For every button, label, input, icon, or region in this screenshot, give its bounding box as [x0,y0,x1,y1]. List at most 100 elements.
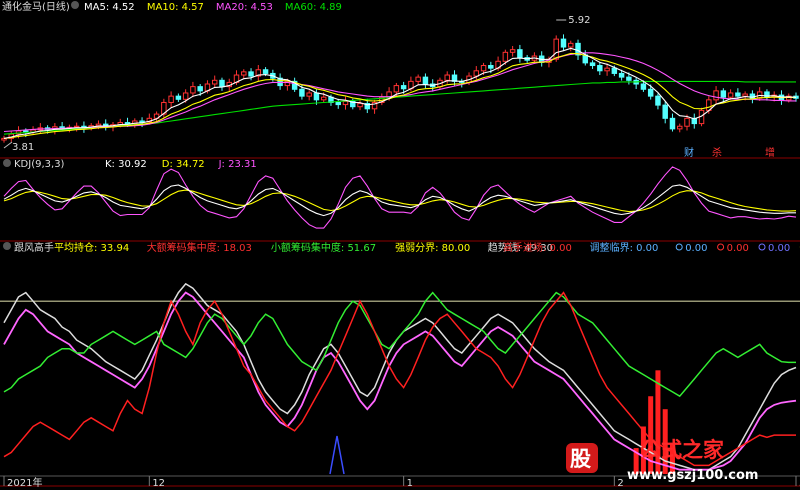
candle-body [480,65,487,72]
candle-body [509,49,516,53]
candle-body [604,67,610,72]
candle-body [197,86,203,92]
candle-body [589,62,596,67]
x-tick-label: 2 [617,478,623,489]
candle-body [742,93,748,97]
legend-item: MA10: 4.57 [147,2,204,13]
candle-body [611,67,618,74]
watermark-url: www.gszj100.com [627,468,758,483]
annotation-marker: 增 [765,146,775,159]
legend-item: 0.00 [768,243,790,254]
window-title: 通化金马(日线) [2,0,70,13]
candle-body [190,86,196,94]
legend-icon [675,243,683,251]
candle-body [713,90,719,101]
candle-body [655,95,661,106]
legend-item: 0.00 [685,243,707,254]
candle-body [211,79,218,85]
candle-body [727,92,734,98]
candle-body [626,76,632,81]
candle-body [262,69,269,74]
legend-item: 高手进场: 0.00 [503,241,572,254]
candle-body [669,117,676,130]
candle-body [488,65,494,69]
legend-item: 0.00 [727,243,749,254]
candle-body [502,51,509,62]
candle-body [23,130,29,133]
panel-title: 跟风高手 [14,241,54,254]
legend-item: MA60: 4.89 [285,2,342,13]
legend-item: 平均持仓: 33.94 [54,241,129,254]
candle-body [422,76,429,85]
low-label: 3.81 [12,142,34,153]
candle-body [175,95,182,100]
candle-body [553,38,559,60]
candle-body [219,79,225,88]
ma10-line [3,52,797,139]
ma5-line [3,47,797,139]
candle-body [241,71,247,76]
legend-item: 强弱分界: 80.00 [395,242,470,254]
candle-body [640,83,647,90]
kdj-j-line [3,166,797,229]
high-label: 5.92 [568,15,590,26]
candle-body [647,88,654,97]
legend-item: K: 30.92 [105,159,147,170]
annotation-marker: 杀 [712,146,722,159]
candle-body [393,85,400,93]
watermark-logo-glyph: 股 [570,447,591,471]
candle-body [415,76,421,82]
candle-body [168,95,174,103]
candle-body [313,92,320,101]
candle-body [139,120,145,123]
candle-body [182,92,189,100]
panel-title: KDJ(9,3,3) [14,159,65,170]
candle-body [73,125,80,128]
legend-item: J: 23.31 [218,159,257,170]
legend-item: MA20: 4.53 [216,2,273,13]
candle-body [684,117,690,127]
candle-body [618,72,625,78]
kdj-k-line [3,184,796,217]
candle-body [597,65,603,72]
kdj-d-line [3,189,797,213]
candle-body [560,38,567,48]
candle-body [473,70,480,77]
legend-item: 大额筹码集中度: 18.03 [147,241,252,254]
candle-body [320,96,327,101]
legend-item: 调整临界: 0.00 [590,241,659,254]
indicator-close-icon [3,242,11,250]
candle-body [306,92,312,97]
candle-body [662,104,668,119]
price-panel[interactable]: 5.92 3.81 财 杀 增 [1,15,799,159]
candle-body [720,90,727,98]
legend-item: D: 34.72 [162,159,205,170]
candle-body [517,49,523,59]
legend-item: 小额筹码集中度: 51.67 [271,241,376,254]
window-close-icon [71,1,79,9]
x-tick-label: 1 [407,478,413,489]
candle-body [248,71,254,77]
candle-body [568,42,574,48]
candle-body [444,74,450,81]
candle-body [124,122,131,125]
x-tick-label: 12 [152,478,165,489]
annotation-marker: 财 [684,146,694,159]
entry-signal-marker [329,435,345,475]
candle-body [95,123,102,127]
candle-body [335,101,341,106]
candle-body [342,100,349,106]
ma20-line [3,52,796,133]
candle-body [299,88,305,97]
candle-body [357,103,363,108]
candle-body [735,92,741,97]
watermark-name: 公式之家 [640,438,725,462]
candle-body [677,125,683,130]
kdj-panel[interactable] [3,166,797,229]
legend-icon [758,243,766,251]
candle-body [400,85,407,90]
legend-item: MA5: 4.52 [84,2,135,13]
stock-chart[interactable]: 5.923.81财杀增 2021年12123 通化金马(日线)MA5: 4.52… [0,0,800,490]
panel-frames [0,157,800,487]
kdj-close-icon [3,159,11,167]
